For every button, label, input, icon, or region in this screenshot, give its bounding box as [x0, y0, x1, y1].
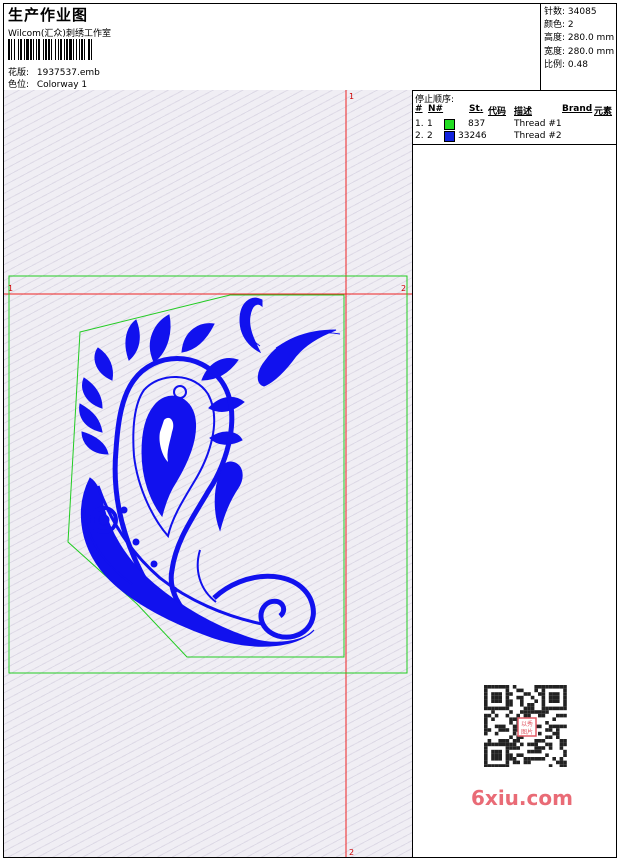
design-canvas: 1 2 1 2: [4, 90, 413, 857]
horizontal-guide-left-label: 1: [8, 284, 13, 293]
design-preview: 1 2 1 2: [4, 90, 412, 857]
panel-divider: [413, 144, 616, 145]
color-swatch: [444, 131, 455, 142]
stop-row: 2. 2 33246 Thread #2: [415, 131, 562, 142]
page-title: 生产作业图: [8, 6, 89, 24]
paisley-embroidery: [79, 297, 341, 647]
col-element: 元素: [594, 107, 613, 117]
watermark-text: 6xiu.com: [471, 786, 573, 810]
colorway-row: 色位: Colorway 1: [8, 77, 87, 90]
vertical-guide-bottom-label: 2: [349, 848, 354, 857]
stop-row: 1. 1 837 Thread #1: [415, 119, 562, 130]
svg-text:图片: 图片: [521, 728, 533, 736]
col-index: #: [415, 104, 423, 114]
company-name: Wilcom(汇众)刺绣工作室: [8, 29, 111, 39]
sheet-header: 生产作业图 Wilcom(汇众)刺绣工作室 花版: 1937537.emb 色位…: [4, 4, 616, 91]
stitch-count: 针数: 34085: [544, 7, 597, 17]
colorway-value: Colorway 1: [36, 80, 88, 90]
design-width: 宽度: 280.0 mm: [544, 46, 615, 57]
qr-code-watermark: 以秀 图片: [470, 680, 582, 772]
color-swatch: [444, 119, 455, 130]
barcode: [8, 39, 92, 60]
stats-panel: 针数: 34085 颜色: 2 高度: 280.0 mm 宽度: 280.0 m…: [540, 4, 616, 90]
col-needle: N#: [428, 104, 444, 114]
design-scale: 比例: 0.48: [544, 59, 588, 70]
horizontal-guide-right-label: 2: [401, 284, 406, 293]
vertical-guide-top-label: 1: [349, 92, 354, 101]
col-stop: St.: [469, 104, 484, 114]
col-code: 代码: [488, 107, 507, 117]
qr-code: 以秀 图片: [484, 685, 567, 767]
col-brand: Brand: [562, 104, 593, 114]
color-count: 颜色: 2: [544, 20, 574, 31]
col-description: 描述: [514, 107, 533, 117]
hoop-outline: [8, 275, 408, 674]
svg-text:以秀: 以秀: [521, 720, 533, 728]
colorway-label: 色位:: [8, 80, 30, 90]
design-height: 高度: 280.0 mm: [544, 33, 615, 44]
